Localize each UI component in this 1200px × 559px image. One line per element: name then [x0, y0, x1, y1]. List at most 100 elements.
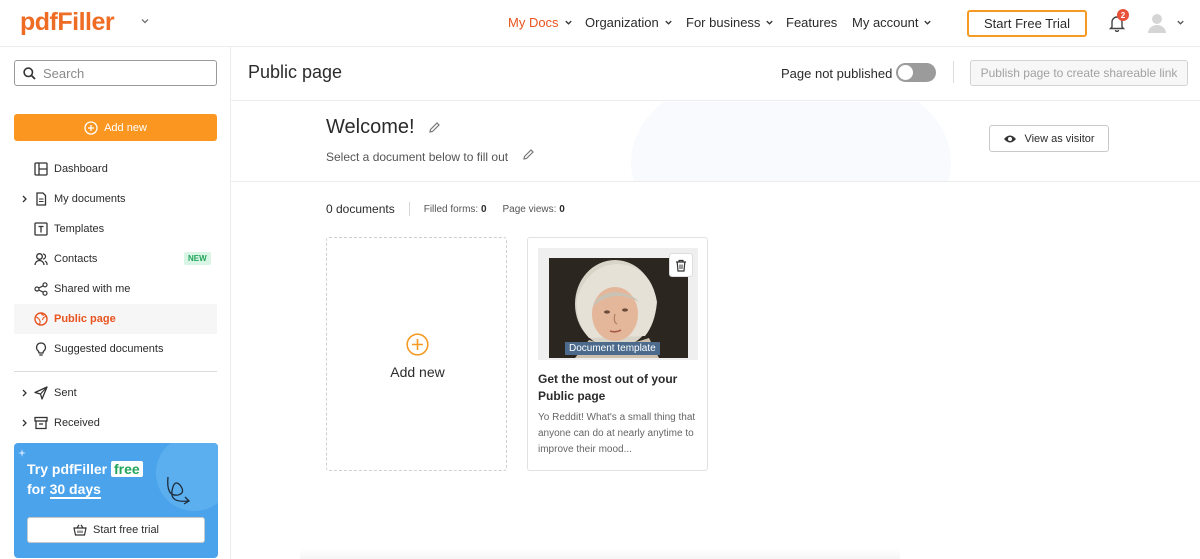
promo-days-highlight: 30 days — [49, 481, 101, 499]
start-free-trial-promo-button[interactable]: Start free trial — [27, 517, 205, 543]
document-card-description: Yo Reddit! What's a small thing that any… — [538, 412, 696, 455]
sidebar-item-label: Shared with me — [54, 283, 131, 295]
bottom-shadow — [300, 548, 900, 559]
promo-line-1: Try pdfFiller free — [27, 461, 143, 477]
crown-basket-icon — [73, 524, 87, 536]
new-badge: NEW — [184, 252, 211, 265]
start-free-trial-button[interactable]: Start Free Trial — [967, 10, 1087, 37]
lightbulb-icon — [35, 342, 47, 356]
promo-free-highlight: free — [111, 461, 143, 477]
add-new-button[interactable]: Add new — [14, 114, 217, 141]
page-header: Public page Page not published Publish p… — [231, 47, 1200, 101]
nav-label: For business — [686, 15, 761, 30]
sidebar-item-received[interactable]: Received — [14, 408, 217, 438]
document-card-title: Get the most out of your Public page — [538, 372, 678, 403]
nav-label: Features — [786, 15, 838, 30]
sidebar-item-label: Dashboard — [54, 163, 108, 175]
nav-features[interactable]: Features — [786, 15, 837, 30]
templates-icon — [34, 222, 48, 236]
chevron-down-icon — [665, 20, 672, 25]
add-new-document-card[interactable]: Add new — [326, 237, 507, 471]
notification-badge: 2 — [1117, 9, 1129, 21]
sidebar-divider — [14, 371, 217, 372]
document-card[interactable]: Document template Get the most out of yo… — [527, 237, 708, 471]
sidebar-item-shared-with-me[interactable]: Shared with me — [14, 274, 217, 304]
main-content: Public page Page not published Publish p… — [231, 47, 1200, 559]
welcome-section: Welcome! Select a document below to fill… — [231, 102, 1200, 182]
stats-divider — [408, 202, 410, 216]
promo-button-label: Start free trial — [92, 524, 160, 536]
sidebar-item-sent[interactable]: Sent — [14, 378, 217, 408]
delete-button[interactable] — [669, 253, 693, 277]
document-thumbnail[interactable]: Document template — [538, 248, 698, 360]
search-box[interactable] — [14, 60, 217, 86]
send-icon — [34, 386, 48, 400]
chevron-down-icon — [564, 20, 572, 25]
chevron-down-icon — [766, 20, 774, 25]
sidebar-item-my-documents[interactable]: My documents — [14, 184, 217, 214]
view-as-visitor-label: View as visitor — [1024, 132, 1095, 145]
sparkle-icon — [18, 449, 26, 457]
publish-link-button[interactable]: Publish page to create shareable link — [970, 60, 1188, 86]
filled-forms-stat: Filled forms: 0 — [424, 204, 487, 215]
add-new-label: Add new — [104, 121, 147, 134]
sidebar-item-label: Public page — [54, 313, 116, 325]
sidebar-item-dashboard[interactable]: Dashboard — [14, 154, 217, 184]
view-as-visitor-button[interactable]: View as visitor — [989, 125, 1109, 152]
sidebar-item-label: Received — [54, 417, 100, 429]
document-template-tag: Document template — [565, 342, 660, 355]
inbox-icon — [34, 416, 48, 430]
dashboard-icon — [34, 162, 48, 176]
chevron-down-icon[interactable] — [139, 15, 151, 27]
avatar-icon[interactable] — [1146, 12, 1168, 34]
sidebar: Add new Dashboard My documents Templates… — [0, 47, 231, 559]
sidebar-item-label: Contacts — [54, 253, 98, 265]
documents-count: 0 documents — [326, 202, 395, 216]
publish-status-label: Page not published — [781, 66, 893, 81]
search-input[interactable] — [43, 65, 203, 81]
header-divider — [953, 61, 954, 83]
loop-arrow-icon — [167, 476, 191, 505]
sidebar-item-label: Suggested documents — [54, 343, 164, 355]
sidebar-item-label: Sent — [54, 387, 77, 399]
pencil-icon[interactable] — [428, 121, 441, 134]
chevron-down-icon[interactable] — [1176, 18, 1185, 27]
top-bar: pdfFiller My Docs Organization For busin… — [0, 0, 1200, 47]
chevron-down-icon — [924, 20, 932, 25]
plus-circle-icon — [84, 120, 98, 135]
sidebar-item-label: My documents — [54, 193, 126, 205]
filled-forms-value: 0 — [480, 203, 487, 215]
document-icon — [36, 192, 47, 206]
chevron-right-icon[interactable] — [21, 195, 28, 203]
welcome-subtitle: Select a document below to fill out — [326, 150, 509, 164]
sidebar-item-contacts[interactable]: Contacts NEW — [14, 244, 217, 274]
nav-my-docs[interactable]: My Docs — [508, 15, 573, 30]
chevron-right-icon[interactable] — [21, 419, 28, 427]
promo-line-1-text: Try pdfFiller — [27, 461, 108, 477]
stats-bar: 0 documents Filled forms: 0 Page views: … — [326, 202, 565, 216]
plus-circle-icon — [406, 333, 429, 356]
decorative-background — [631, 102, 951, 181]
logo[interactable]: pdfFiller — [20, 8, 115, 37]
add-new-card-label: Add new — [390, 364, 445, 380]
nav-organization[interactable]: Organization — [585, 15, 673, 30]
share-icon — [34, 282, 48, 296]
pencil-icon[interactable] — [522, 148, 535, 161]
welcome-title: Welcome! — [326, 116, 415, 138]
promo-line-2-text: for — [27, 481, 46, 497]
trash-icon — [676, 259, 686, 272]
chevron-right-icon[interactable] — [21, 389, 28, 397]
nav-my-account[interactable]: My account — [852, 15, 932, 30]
promo-line-2: for 30 days — [27, 481, 101, 499]
nav-label: My account — [852, 15, 919, 30]
filled-forms-label: Filled forms: — [423, 203, 479, 215]
page-title: Public page — [248, 62, 343, 82]
public-page-icon — [34, 312, 48, 326]
page-views-value: 0 — [559, 203, 565, 215]
publish-toggle[interactable] — [896, 63, 936, 82]
sidebar-item-public-page[interactable]: Public page — [14, 304, 217, 334]
nav-for-business[interactable]: For business — [686, 15, 774, 30]
sidebar-item-templates[interactable]: Templates — [14, 214, 217, 244]
sidebar-item-suggested-documents[interactable]: Suggested documents — [14, 334, 217, 364]
trial-promo-card: Try pdfFiller free for 30 days Start fre… — [14, 443, 218, 558]
